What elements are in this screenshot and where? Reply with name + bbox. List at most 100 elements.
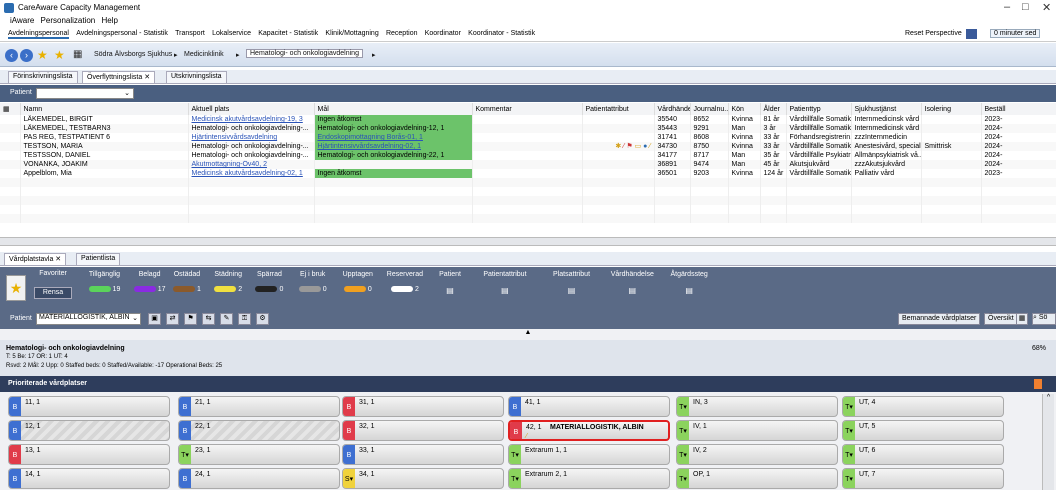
col-header[interactable]: Patienttyp (786, 103, 852, 115)
clear-filter-button[interactable]: Rensa (34, 287, 72, 299)
table-cell[interactable]: Hjärtintensivvårdsavdelning (188, 133, 315, 142)
maximize-icon[interactable]: □ (1022, 1, 1029, 13)
save-icon[interactable] (966, 29, 977, 39)
bed-card[interactable]: B 11, 1 (8, 396, 170, 417)
menu-help[interactable]: Help (101, 16, 117, 25)
filter-upptagen[interactable]: Upptagen 0 (337, 271, 378, 293)
filter-reserverad[interactable]: Reserverad 2 (380, 271, 429, 293)
bed-card[interactable]: B 14, 1 (8, 468, 170, 489)
col-header[interactable]: Vårdhändel... (654, 103, 691, 115)
horizontal-scrollbar[interactable] (0, 238, 1056, 246)
table-cell[interactable]: Medicinsk akutvårdsavdelning-02, 1 (188, 169, 315, 178)
nav-koordinator-statistik[interactable]: Koordinator - Statistik (468, 30, 535, 37)
bed-flag-icon[interactable]: ⚑ (184, 313, 197, 325)
table-row[interactable]: TESTSSON, DANIEL Hematologi- och onkologi… (0, 151, 1056, 160)
table-row[interactable]: VONANKA, JOAKIM Akutmottagning-Öv40, 2 368… (0, 160, 1056, 169)
bed-card[interactable]: B 21, 1 (178, 396, 340, 417)
settings-icon[interactable]: ⚙ (256, 313, 269, 325)
nav-lokalservice[interactable]: Lokalservice (212, 30, 251, 37)
col-header[interactable]: Kommentar (472, 103, 583, 115)
search-button[interactable]: ⌕ Sö (1032, 313, 1056, 325)
col-header[interactable]: Sjukhustjänst (851, 103, 922, 115)
breadcrumb-hospital[interactable]: Södra Älvsborgs Sjukhus (94, 51, 172, 58)
favorites-button[interactable]: Favoriter (34, 270, 72, 277)
bed-card[interactable]: B 41, 1 (508, 396, 670, 417)
col-header[interactable]: Isolering (921, 103, 982, 115)
bed-card[interactable]: B 13, 1 (8, 444, 170, 465)
grid-menu-icon[interactable]: ▦ (73, 49, 82, 60)
filter-patient[interactable]: Patient ▤ (431, 271, 468, 295)
bed-card[interactable]: B 24, 1 (178, 468, 340, 489)
edit-icon[interactable]: ✎ (220, 313, 233, 325)
bed-card[interactable]: T▾ UT, 6 (842, 444, 1004, 465)
bed-card[interactable]: B 12, 1 (8, 420, 170, 441)
filter-ostädad[interactable]: Ostädad 1 (168, 271, 205, 293)
patient-filter-combo[interactable]: ⌄ (36, 88, 134, 99)
nav-klinik-mottagning[interactable]: Klinik/Mottagning (325, 30, 378, 37)
col-header[interactable]: Beställ (981, 103, 1056, 115)
grid-view-icon[interactable]: ▦ (1016, 313, 1028, 325)
add-favorite-icon[interactable]: ★ (54, 48, 65, 62)
tab-vardplatstavla[interactable]: Vårdplatstavla ✕ (4, 253, 67, 265)
col-header[interactable]: Patientattribut (582, 103, 655, 115)
bed-card[interactable]: T▾ UT, 4 (842, 396, 1004, 417)
table-cell[interactable]: Medicinsk akutvårdsavdelning-19, 3 (188, 115, 315, 124)
menu-personalization[interactable]: Personalization (41, 16, 96, 25)
refresh-minutes-button[interactable]: 0 minuter sed (990, 29, 1041, 38)
favorite-star-icon[interactable]: ★ (37, 48, 48, 62)
nav-avdelningspersonal-statistik[interactable]: Avdelningspersonal - Statistik (76, 30, 168, 37)
filter-spärrad[interactable]: Spärrad 0 (251, 271, 288, 293)
breadcrumb-clinic[interactable]: Medicinklinik (184, 51, 224, 58)
favorites-star-icon[interactable]: ★ (6, 275, 26, 301)
tab-overflyttningslista[interactable]: Överflyttningslista ✕ (82, 71, 156, 83)
back-icon[interactable]: ‹ (5, 49, 18, 62)
transfer-icon[interactable]: ⇆ (202, 313, 215, 325)
filter-ej-i-bruk[interactable]: Ej i bruk 0 (290, 271, 335, 293)
minimize-icon[interactable]: – (1004, 1, 1010, 13)
col-header[interactable]: Ålder (760, 103, 787, 115)
bed-card[interactable]: T▾ IN, 3 (676, 396, 838, 417)
bed-card[interactable]: T▾ UT, 7 (842, 468, 1004, 489)
table-row[interactable]: LÄKEMEDEL, BIRGIT Medicinsk akutvårdsavde… (0, 115, 1056, 124)
filter-platsattribut[interactable]: Platsattribut ▤ (541, 271, 602, 295)
col-header[interactable]: Namn (20, 103, 189, 115)
table-row[interactable]: PAS REG, TESTPATIENT 6 Hjärtintensivvårds… (0, 133, 1056, 142)
move-patient-icon[interactable]: ⇄ (166, 313, 179, 325)
reset-perspective-button[interactable]: Reset Perspective (905, 30, 962, 37)
menu-iaware[interactable]: iAware (10, 16, 34, 25)
bed-card[interactable]: B 32, 1 (342, 420, 504, 441)
bed-card[interactable]: B 33, 1 (342, 444, 504, 465)
bed-card[interactable]: T▾ Extrarum 1, 1 (508, 444, 670, 465)
filter-vårdhändelse[interactable]: Vårdhändelse ▤ (604, 271, 661, 295)
bed-card[interactable]: T▾ Extrarum 2, 1 (508, 468, 670, 489)
nav-avdelningspersonal[interactable]: Avdelningspersonal (8, 30, 69, 39)
filter-belagd[interactable]: Belagd 17 (133, 271, 166, 293)
nav-kapacitet-statistik[interactable]: Kapacitet - Statistik (258, 30, 318, 37)
tab-patientlista[interactable]: Patientlista (76, 253, 121, 265)
select-all-icon[interactable]: ▦ (0, 103, 21, 115)
nav-transport[interactable]: Transport (175, 30, 205, 37)
col-header[interactable]: Kön (728, 103, 761, 115)
bed-card[interactable]: B 31, 1 (342, 396, 504, 417)
tab-forinskrivningslista[interactable]: Förinskrivningslista (8, 71, 78, 83)
filter-städning[interactable]: Städning 2 (208, 271, 249, 293)
filter-tillgänglig[interactable]: Tillgänglig 19 (78, 271, 131, 293)
patient-info-icon[interactable]: ▣ (148, 313, 161, 325)
staffed-beds-button[interactable]: Bemannade vårdplatser (898, 313, 981, 325)
bed-card[interactable]: T▾ 23, 1 (178, 444, 340, 465)
report-icon[interactable] (1034, 379, 1042, 389)
table-row[interactable]: LÄKEMEDEL, TESTBARN3 Hematologi- och onko… (0, 124, 1056, 133)
table-row[interactable]: Appelblom, Mia Medicinsk akutvårdsavdelni… (0, 169, 1056, 178)
bed-card[interactable]: B 22, 1 (178, 420, 340, 441)
bed-card[interactable]: S▾ 34, 1 (342, 468, 504, 489)
bed-card[interactable]: T▾ OP, 1 (676, 468, 838, 489)
overview-button[interactable]: Översikt (984, 313, 1018, 325)
close-icon[interactable]: ✕ (1042, 1, 1051, 14)
filter-åtgärdssteg[interactable]: Åtgärdssteg ▤ (663, 271, 716, 295)
col-header[interactable]: Aktuell plats (188, 103, 315, 115)
board-patient-combo[interactable]: MATERIALLOGISTIK, ALBIN ⌄ (36, 313, 141, 325)
col-header[interactable]: Mål (314, 103, 473, 115)
col-header[interactable]: Journalnu... (690, 103, 729, 115)
board-scrollbar[interactable]: ^ (1042, 394, 1054, 490)
nav-reception[interactable]: Reception (386, 30, 418, 37)
